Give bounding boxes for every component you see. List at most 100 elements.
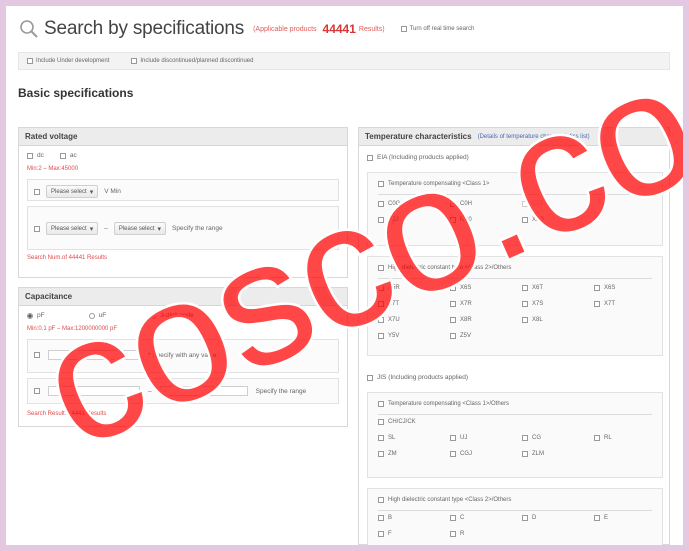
code-checkbox[interactable] (450, 451, 456, 457)
voltage-min-select[interactable]: Please select (46, 185, 99, 198)
jis-option[interactable]: JIS (Including products applied) (367, 374, 468, 381)
code-checkbox[interactable] (450, 515, 456, 521)
code-checkbox[interactable] (450, 285, 456, 291)
code-option[interactable]: X7S (522, 301, 543, 307)
code-option[interactable]: X7U (378, 317, 400, 323)
eia-class2-header[interactable]: High dielectric constant type <Class 2>/… (378, 265, 511, 271)
code-checkbox[interactable] (378, 451, 384, 457)
include-discontinued[interactable]: Include discontinued/planned discontinue… (131, 58, 253, 64)
code-checkbox[interactable] (378, 201, 384, 207)
include-under-dev-checkbox[interactable] (27, 58, 33, 64)
code-option[interactable]: X6S (450, 285, 471, 291)
code-option[interactable]: CGJ (450, 451, 472, 457)
code-option[interactable]: R (450, 531, 464, 537)
include-discontinued-checkbox[interactable] (131, 58, 138, 64)
pf-radio[interactable] (27, 312, 33, 319)
code-checkbox[interactable] (378, 333, 384, 339)
code-checkbox[interactable] (522, 317, 528, 323)
code-checkbox[interactable] (522, 217, 528, 223)
code-option[interactable]: CG (522, 435, 541, 441)
code-option[interactable]: X8L (522, 317, 543, 323)
voltage-range-checkbox[interactable] (34, 225, 40, 232)
code-checkbox[interactable] (594, 301, 600, 307)
code-option[interactable]: X5R (378, 285, 400, 291)
jis-class1-header[interactable]: Temperature compensating <Class 1>/Other… (378, 401, 509, 407)
code-checkbox[interactable] (378, 515, 384, 521)
voltage-results-link[interactable]: Search Num.of 44441 Results (27, 255, 107, 261)
code-option[interactable]: UJ (450, 435, 467, 441)
capacitance-range-from-input[interactable] (48, 386, 140, 396)
code-checkbox[interactable] (594, 285, 600, 291)
voltage-min-checkbox[interactable] (34, 188, 40, 195)
eia-class2-checkbox[interactable] (378, 265, 384, 271)
code-checkbox[interactable] (450, 333, 456, 339)
code-option[interactable]: RL (594, 435, 612, 441)
jis-class2-header[interactable]: High dielectric constant type <Class 2>/… (378, 497, 511, 503)
jis-class2-checkbox[interactable] (378, 497, 384, 503)
capacitance-results-link[interactable]: Search Result: 44441 Results (27, 411, 106, 417)
code-option[interactable]: Y5V (378, 333, 399, 339)
voltage-range-to-select[interactable]: Please select (113, 222, 167, 235)
code-option[interactable]: U2J (378, 217, 399, 223)
code-checkbox[interactable] (450, 435, 456, 441)
jis-class1-checkbox[interactable] (378, 401, 384, 407)
code-option[interactable]: Z5V (450, 333, 471, 339)
code-option[interactable]: ZLM (522, 451, 544, 457)
capacitance-any-checkbox[interactable] (34, 352, 40, 358)
capacitance-any-input[interactable] (48, 350, 140, 360)
code-checkbox[interactable] (378, 419, 384, 425)
eia-class1-header[interactable]: Temperature compensating <Class 1> (378, 181, 489, 187)
code-checkbox[interactable] (378, 301, 384, 307)
code-checkbox[interactable] (450, 201, 456, 207)
voltage-range-from-select[interactable]: Please select (46, 222, 99, 235)
code-checkbox[interactable] (522, 515, 528, 521)
code-checkbox[interactable] (594, 435, 600, 441)
code-option[interactable]: X7T (594, 301, 615, 307)
code-option[interactable]: ZM (378, 451, 397, 457)
code-checkbox[interactable] (378, 217, 384, 223)
dc-checkbox[interactable] (27, 152, 33, 159)
temperature-details-link[interactable]: (Details of temperature characteristics … (478, 134, 590, 140)
code-checkbox[interactable] (378, 285, 384, 291)
code-checkbox[interactable] (594, 515, 600, 521)
code-checkbox[interactable] (522, 301, 528, 307)
code-option[interactable]: X7T (378, 301, 399, 307)
digit-code-radio[interactable] (150, 312, 157, 319)
code-option[interactable]: X6T (522, 285, 543, 291)
capacitance-range-checkbox[interactable] (34, 388, 40, 394)
code-checkbox[interactable] (378, 531, 384, 537)
code-checkbox[interactable] (378, 317, 384, 323)
code-option[interactable]: E (594, 515, 608, 521)
code-checkbox[interactable] (522, 285, 528, 291)
code-checkbox[interactable] (522, 435, 528, 441)
code-option[interactable]: C0H (450, 201, 472, 207)
jis-checkbox[interactable] (367, 374, 373, 381)
code-option[interactable]: C0G (378, 201, 400, 207)
code-checkbox[interactable] (522, 451, 528, 457)
capacitance-range-to-input[interactable] (159, 386, 248, 396)
eia-option[interactable]: EIA (Including products applied) (367, 154, 469, 161)
code-checkbox[interactable] (450, 217, 456, 223)
code-checkbox[interactable] (450, 317, 456, 323)
code-option[interactable]: CH/CJ/CK (378, 419, 416, 425)
code-checkbox[interactable] (378, 435, 384, 441)
include-under-dev[interactable]: Include Under development (27, 58, 109, 64)
ac-checkbox[interactable] (59, 152, 66, 159)
eia-checkbox[interactable] (367, 154, 373, 161)
realtime-toggle[interactable]: Turn off real time search (400, 26, 474, 32)
code-checkbox[interactable] (450, 301, 456, 307)
code-option[interactable]: D (522, 515, 536, 521)
code-checkbox[interactable] (450, 531, 456, 537)
code-option[interactable]: X8G (522, 217, 544, 223)
code-option[interactable]: X8R (450, 317, 472, 323)
code-option[interactable]: B (378, 515, 392, 521)
code-option[interactable]: F (378, 531, 392, 537)
code-option[interactable]: X6S (594, 285, 615, 291)
uf-radio[interactable] (88, 312, 95, 319)
code-option[interactable]: SL (378, 435, 395, 441)
code-option[interactable]: X7R (450, 301, 472, 307)
eia-class1-checkbox[interactable] (378, 181, 384, 187)
realtime-checkbox[interactable] (400, 26, 407, 32)
code-option[interactable]: NP0 (450, 217, 472, 223)
code-option[interactable]: C (450, 515, 464, 521)
